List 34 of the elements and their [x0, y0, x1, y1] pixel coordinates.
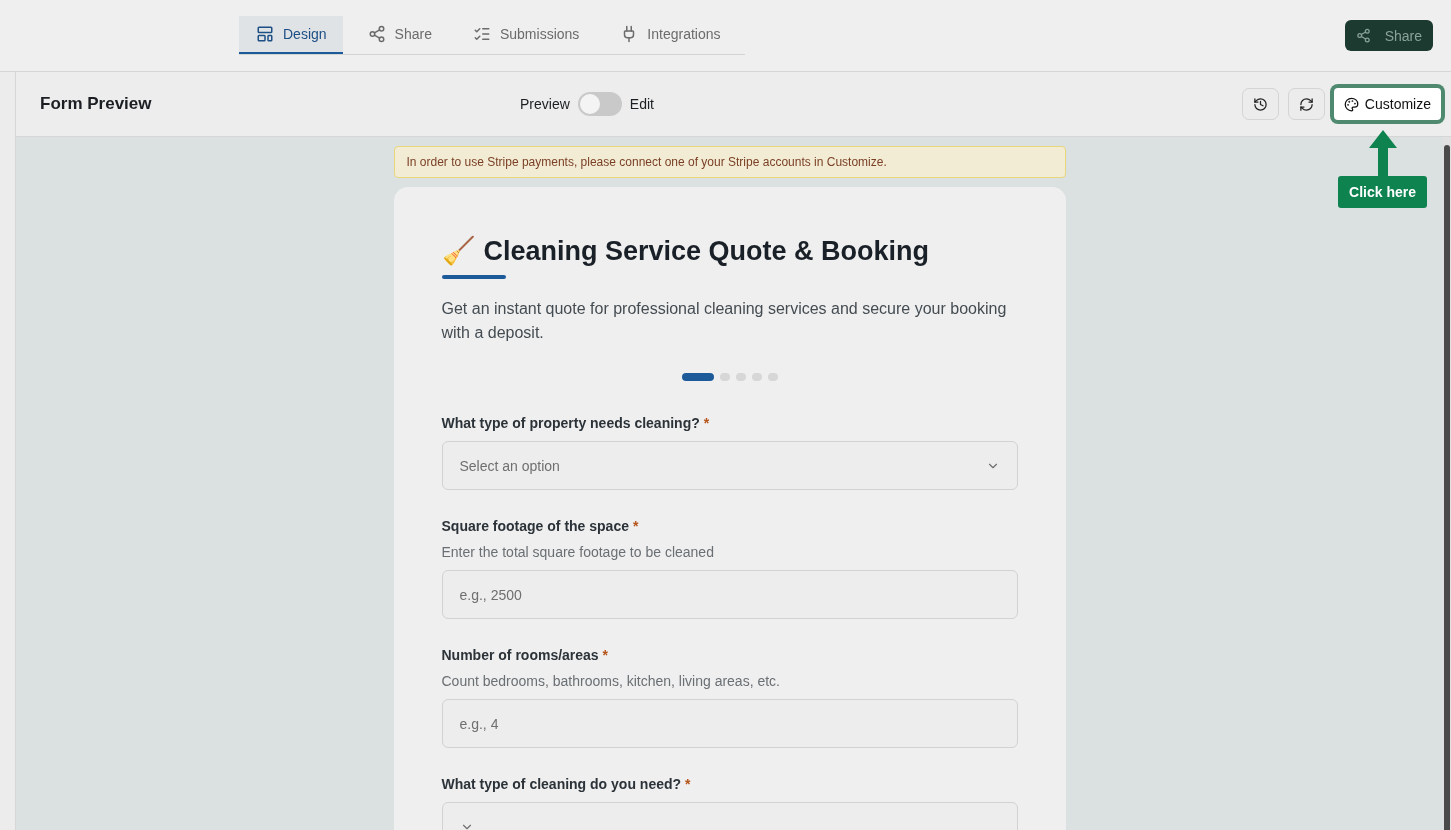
mode-switch[interactable]	[577, 92, 622, 116]
history-icon	[1252, 96, 1268, 112]
notice-banner: In order to use Stripe payments, please connect one of your Stripe accounts in Customize.	[393, 146, 1066, 178]
form-description: Get an instant quote for professional cleaning services and secure your booking with a deposit.	[441, 299, 1008, 343]
layout-icon	[256, 25, 274, 43]
toggle-label: Edit	[629, 96, 654, 112]
form-title: Cleaning Service Quote & Booking	[483, 235, 930, 267]
refresh-icon	[1298, 96, 1314, 112]
scrollbar-thumb[interactable]	[1444, 145, 1450, 830]
share-icon	[367, 25, 386, 43]
checklist-icon	[472, 25, 491, 43]
share-icon	[1355, 28, 1371, 43]
tab[interactable]: Integrations	[603, 16, 737, 54]
page-title: Form Preview	[40, 94, 153, 114]
field-help-text: Enter the total square footage to be cleaned	[441, 544, 715, 560]
history-button[interactable]	[1241, 88, 1279, 120]
field-label: What type of property needs cleaning? *	[441, 415, 711, 431]
input-field[interactable]: e.g., 2500	[441, 570, 1018, 619]
refresh-button[interactable]	[1287, 88, 1325, 120]
palette-icon	[1343, 96, 1359, 112]
field-help-text: Count bedrooms, bathrooms, kitchen, living areas, etc.	[441, 673, 781, 689]
tooltip: Click here	[1338, 176, 1427, 208]
input-field[interactable]: e.g., 4	[441, 699, 1018, 748]
tab[interactable]: Share	[350, 16, 448, 54]
share-button[interactable]: Share	[1344, 20, 1433, 51]
field-label: Square footage of the space *	[441, 518, 640, 534]
up-arrow-icon	[1368, 130, 1397, 176]
select-field[interactable]: Select an option	[441, 441, 1018, 490]
toggle-label: Preview	[520, 96, 570, 112]
tab[interactable]: Submissions	[455, 16, 596, 54]
broom-icon: 🧹	[441, 235, 476, 267]
tab[interactable]: Design	[239, 16, 343, 54]
field-label: What type of cleaning do you need? *	[441, 776, 692, 792]
field-label: Number of rooms/areas *	[441, 647, 609, 663]
